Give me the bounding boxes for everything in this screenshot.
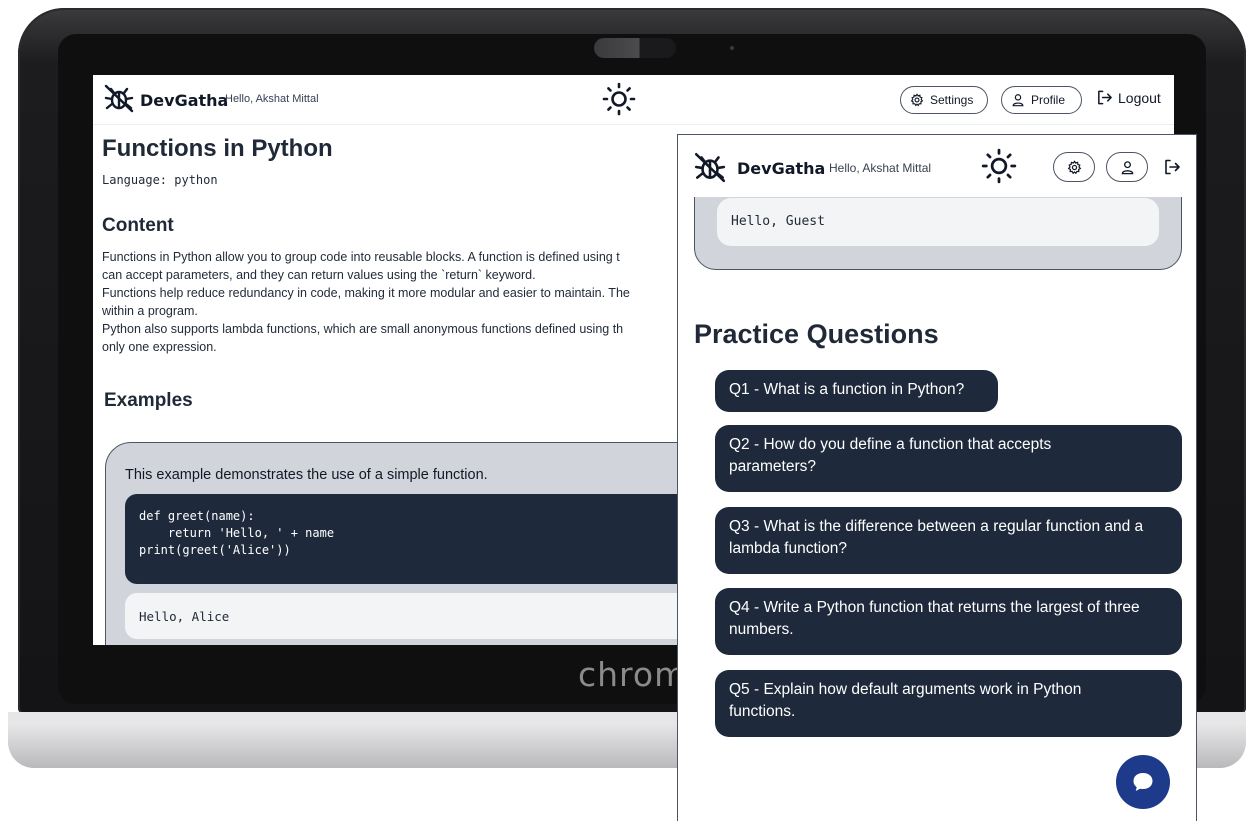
question-button-q4[interactable]: Q4 - Write a Python function that return… (715, 588, 1182, 655)
logout-icon[interactable] (1163, 158, 1181, 176)
device-brand-text: chrom (578, 655, 688, 694)
app-logo-text[interactable]: DevGatha (140, 91, 228, 110)
content-line: can accept parameters, and they can retu… (102, 268, 536, 282)
example-description: This example demonstrates the use of a s… (125, 467, 488, 483)
sun-icon[interactable] (601, 81, 637, 117)
settings-label: Settings (930, 93, 974, 107)
profile-button[interactable]: Profile (1001, 86, 1082, 114)
page-title: Functions in Python (102, 135, 333, 162)
logout-button[interactable]: Logout (1096, 89, 1161, 106)
top-navbar: DevGatha Hello, Akshat Mittal Settings P… (93, 75, 1174, 125)
content-line: Functions help reduce redundancy in code… (102, 286, 630, 300)
bug-icon[interactable] (103, 82, 135, 114)
camera (594, 38, 676, 58)
content-line: Functions in Python allow you to group c… (102, 250, 620, 264)
content-line: Python also supports lambda functions, w… (102, 322, 624, 336)
settings-button[interactable]: Settings (900, 86, 988, 114)
question-button-q5[interactable]: Q5 - Explain how default arguments work … (715, 670, 1182, 737)
profile-label: Profile (1031, 93, 1066, 107)
mobile-view: Hello, Guest DevGatha Hello, Akshat Mitt… (677, 134, 1197, 821)
logout-icon (1098, 90, 1112, 105)
gear-icon (910, 93, 924, 107)
question-button-q2[interactable]: Q2 - How do you define a function that a… (715, 425, 1182, 492)
content-heading: Content (102, 215, 174, 236)
sun-icon[interactable] (980, 147, 1018, 185)
user-icon (1121, 160, 1133, 174)
language-line: Language: python (102, 173, 218, 187)
camera-sensor (730, 46, 734, 50)
content-line: within a program. (102, 304, 198, 318)
practice-questions-heading: Practice Questions (694, 319, 939, 349)
mobile-navbar: DevGatha Hello, Akshat Mittal (678, 135, 1196, 197)
chat-bubble-icon (1133, 773, 1153, 791)
user-greeting: Hello, Akshat Mittal (225, 93, 319, 105)
examples-heading: Examples (104, 390, 193, 411)
question-button-q1[interactable]: Q1 - What is a function in Python? (715, 370, 998, 412)
question-button-q3[interactable]: Q3 - What is the difference between a re… (715, 507, 1182, 574)
output-block: Hello, Guest (717, 198, 1159, 246)
content-line: only one expression. (102, 340, 217, 354)
chat-button[interactable] (1116, 755, 1170, 809)
app-logo-text[interactable]: DevGatha (737, 159, 825, 178)
user-icon (1012, 94, 1024, 107)
settings-button[interactable] (1053, 152, 1095, 182)
content-body: Functions in Python allow you to group c… (102, 248, 742, 356)
gear-icon (1067, 159, 1081, 174)
bug-icon[interactable] (693, 150, 727, 184)
logout-label: Logout (1118, 89, 1161, 106)
user-greeting: Hello, Akshat Mittal (829, 161, 932, 175)
profile-button[interactable] (1106, 152, 1148, 182)
